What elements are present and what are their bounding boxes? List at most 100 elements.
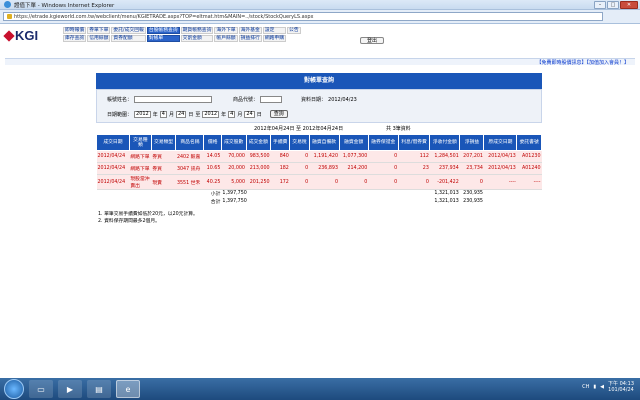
- query-panel: 對帳單查詢 帳號姓名： 商品代號： 資料日期： 2012/04/23 日期範圍：…: [96, 73, 542, 131]
- cell: 2012/04/13: [483, 162, 517, 175]
- to-month-select[interactable]: 4: [228, 110, 236, 118]
- table-header-row: 成交日期 交易種類 交易類型 商品名稱 價格 成交股數 成交金額 手續費 交易稅…: [96, 134, 542, 151]
- query-button[interactable]: 查詢: [269, 110, 288, 118]
- cell: 0: [368, 150, 399, 163]
- cell: 207,201: [459, 150, 484, 163]
- menu-overseas-order[interactable]: 海外下單: [214, 27, 238, 34]
- th-shares: 成交股數: [220, 134, 247, 151]
- logout-button[interactable]: 登出: [360, 37, 384, 44]
- menu-futures[interactable]: 期貨帳務查詢: [180, 27, 214, 34]
- site-header: KGI 即時報價 券單下單 委託/成交回報 台股帳務查詢 期貨帳務查詢 海外下單…: [0, 24, 640, 46]
- cell: 70,000: [221, 150, 246, 163]
- window-titlebar: 證值下單 - Windows Internet Explorer – □ ✕: [0, 0, 640, 10]
- to-year-unit: 年: [221, 111, 227, 118]
- th-trade-type: 交易類型: [150, 134, 177, 151]
- start-button[interactable]: [4, 379, 24, 399]
- cell: 2012/04/24: [96, 150, 130, 163]
- th-trade-kind: 交易種類: [128, 134, 152, 151]
- minimize-button[interactable]: –: [594, 1, 606, 9]
- menu-settings[interactable]: 設定: [262, 27, 287, 34]
- folder-taskbar-icon[interactable]: ▤: [87, 380, 111, 398]
- close-button[interactable]: ✕: [620, 1, 638, 9]
- cell: 5,000: [221, 174, 246, 190]
- menu-quota[interactable]: 資券配額: [111, 35, 146, 42]
- result-range-bar: 2012年04月24日 至 2012年04月24日 共 3筆資料: [96, 125, 542, 132]
- subtotal-label: 小計: [96, 189, 222, 198]
- cell: 40.25: [203, 174, 222, 190]
- cell: 112: [398, 150, 430, 163]
- result-range-text: 2012年04月24日 至 2012年04月24日: [254, 126, 344, 132]
- menu-credit[interactable]: 信用餘額: [87, 35, 111, 42]
- cell: 10.65: [203, 162, 222, 175]
- kgi-logo-mark: [3, 29, 15, 42]
- date-range-row: 日期範圍： 2012 年 4月 24 日 至 2012 年 4月 24 日 查詢: [107, 110, 288, 118]
- menu-balance[interactable]: 帳戶餘額: [214, 35, 238, 42]
- url-text: https://etrade.kgieworld.com.tw/webclien…: [14, 13, 314, 20]
- cell: 1,191,420: [309, 150, 340, 163]
- from-day-select[interactable]: 24: [175, 110, 187, 118]
- th-trade-date: 成交日期: [96, 134, 130, 151]
- cell: 券買: [151, 162, 176, 175]
- address-bar: https://etrade.kgieworld.com.tw/webclien…: [0, 10, 640, 24]
- kgi-logo: KGI: [3, 28, 38, 43]
- maximize-button[interactable]: □: [607, 1, 619, 9]
- table-row: 2012/04/24 網路下單 券買 2402 毅嘉 14.05 70,000 …: [96, 150, 542, 163]
- language-indicator[interactable]: CH: [582, 384, 589, 390]
- menu-inventory[interactable]: 庫存查詢: [63, 35, 87, 42]
- menu-quote[interactable]: 即時報價: [63, 27, 87, 34]
- network-icon[interactable]: ▮: [593, 384, 596, 390]
- menu-account-query[interactable]: 台股帳務查詢: [146, 27, 180, 34]
- cell: 237,934: [429, 162, 460, 175]
- from-month-unit: 月: [168, 111, 174, 118]
- cell: 840: [270, 150, 290, 163]
- stock-code-input[interactable]: [260, 96, 283, 103]
- ie-icon: [4, 1, 11, 8]
- url-field[interactable]: https://etrade.kgieworld.com.tw/webclien…: [3, 12, 603, 21]
- menu-overseas-fund[interactable]: 海外基金: [238, 27, 262, 34]
- from-day-unit: 日: [188, 111, 194, 118]
- note-1: 1. 單筆交易手續費如低於20元，以20元計算。: [98, 212, 198, 217]
- top-strip: 【免費即時股價訊息】【加值加入會員！】: [5, 58, 635, 66]
- taskbar: ▭ ▶ ▤ e CH ▮ ◀ 下午 04:13 101/04/24: [0, 378, 640, 400]
- from-month-select[interactable]: 4: [159, 110, 167, 118]
- account-select[interactable]: [134, 96, 213, 103]
- from-year-unit: 年: [152, 111, 158, 118]
- cell: 2402 毅嘉: [175, 150, 204, 163]
- menu-settlement[interactable]: 交割金額: [180, 35, 214, 42]
- clock[interactable]: 下午 04:13 101/04/24: [608, 381, 634, 393]
- note-2: 2. 資料保存期間最多2個月。: [98, 219, 160, 224]
- explorer-taskbar-icon[interactable]: ▭: [29, 380, 53, 398]
- th-net-amount: 淨收付金額: [429, 134, 461, 151]
- th-fee: 手續費: [270, 134, 291, 151]
- notes: 1. 單筆交易手續費如低於20元，以20元計算。 2. 資料保存期間最多2個月。: [98, 211, 198, 225]
- to-year-select[interactable]: 2012: [202, 110, 220, 118]
- cell: 201,250: [246, 174, 271, 190]
- menu-ipo[interactable]: 網路申購: [262, 35, 287, 42]
- menu-notice[interactable]: 公告: [287, 27, 301, 34]
- subtotal-row: 小計 1,397,750 1,321,013 230,935: [96, 189, 542, 198]
- media-player-taskbar-icon[interactable]: ▶: [58, 380, 82, 398]
- cell: 現股當沖賣出: [129, 174, 152, 190]
- window-title: 證值下單 - Windows Internet Explorer: [14, 2, 115, 9]
- cell: 現賣: [151, 174, 176, 190]
- ie-taskbar-icon[interactable]: e: [116, 380, 140, 398]
- th-amount: 成交金額: [245, 134, 272, 151]
- cell: 236,893: [309, 162, 340, 175]
- menu-pl-rank[interactable]: 損益排行: [238, 35, 262, 42]
- from-year-select[interactable]: 2012: [134, 110, 151, 118]
- subtotal-pl: 230,935: [459, 189, 484, 198]
- volume-icon[interactable]: ◀: [600, 384, 604, 390]
- cell: 20,000: [221, 162, 246, 175]
- to-day-select[interactable]: 24: [244, 110, 255, 118]
- cell: 2012/04/24: [96, 162, 130, 175]
- query-form: 帳號姓名： 商品代號： 資料日期： 2012/04/23 日期範圍： 2012 年…: [96, 89, 542, 123]
- cell: 1,284,501: [429, 150, 460, 163]
- menu-order[interactable]: 券單下單: [87, 27, 111, 34]
- to-month-unit: 月: [237, 111, 243, 118]
- cell: A01240: [516, 162, 542, 175]
- promo-links[interactable]: 【免費即時股價訊息】【加值加入會員！】: [536, 59, 629, 66]
- to-day-unit: 日: [256, 111, 262, 118]
- menu-statement[interactable]: 對帳單: [146, 35, 180, 42]
- menu-report[interactable]: 委託/成交回報: [111, 27, 146, 34]
- th-short-deposit: 融券保證金: [367, 134, 399, 151]
